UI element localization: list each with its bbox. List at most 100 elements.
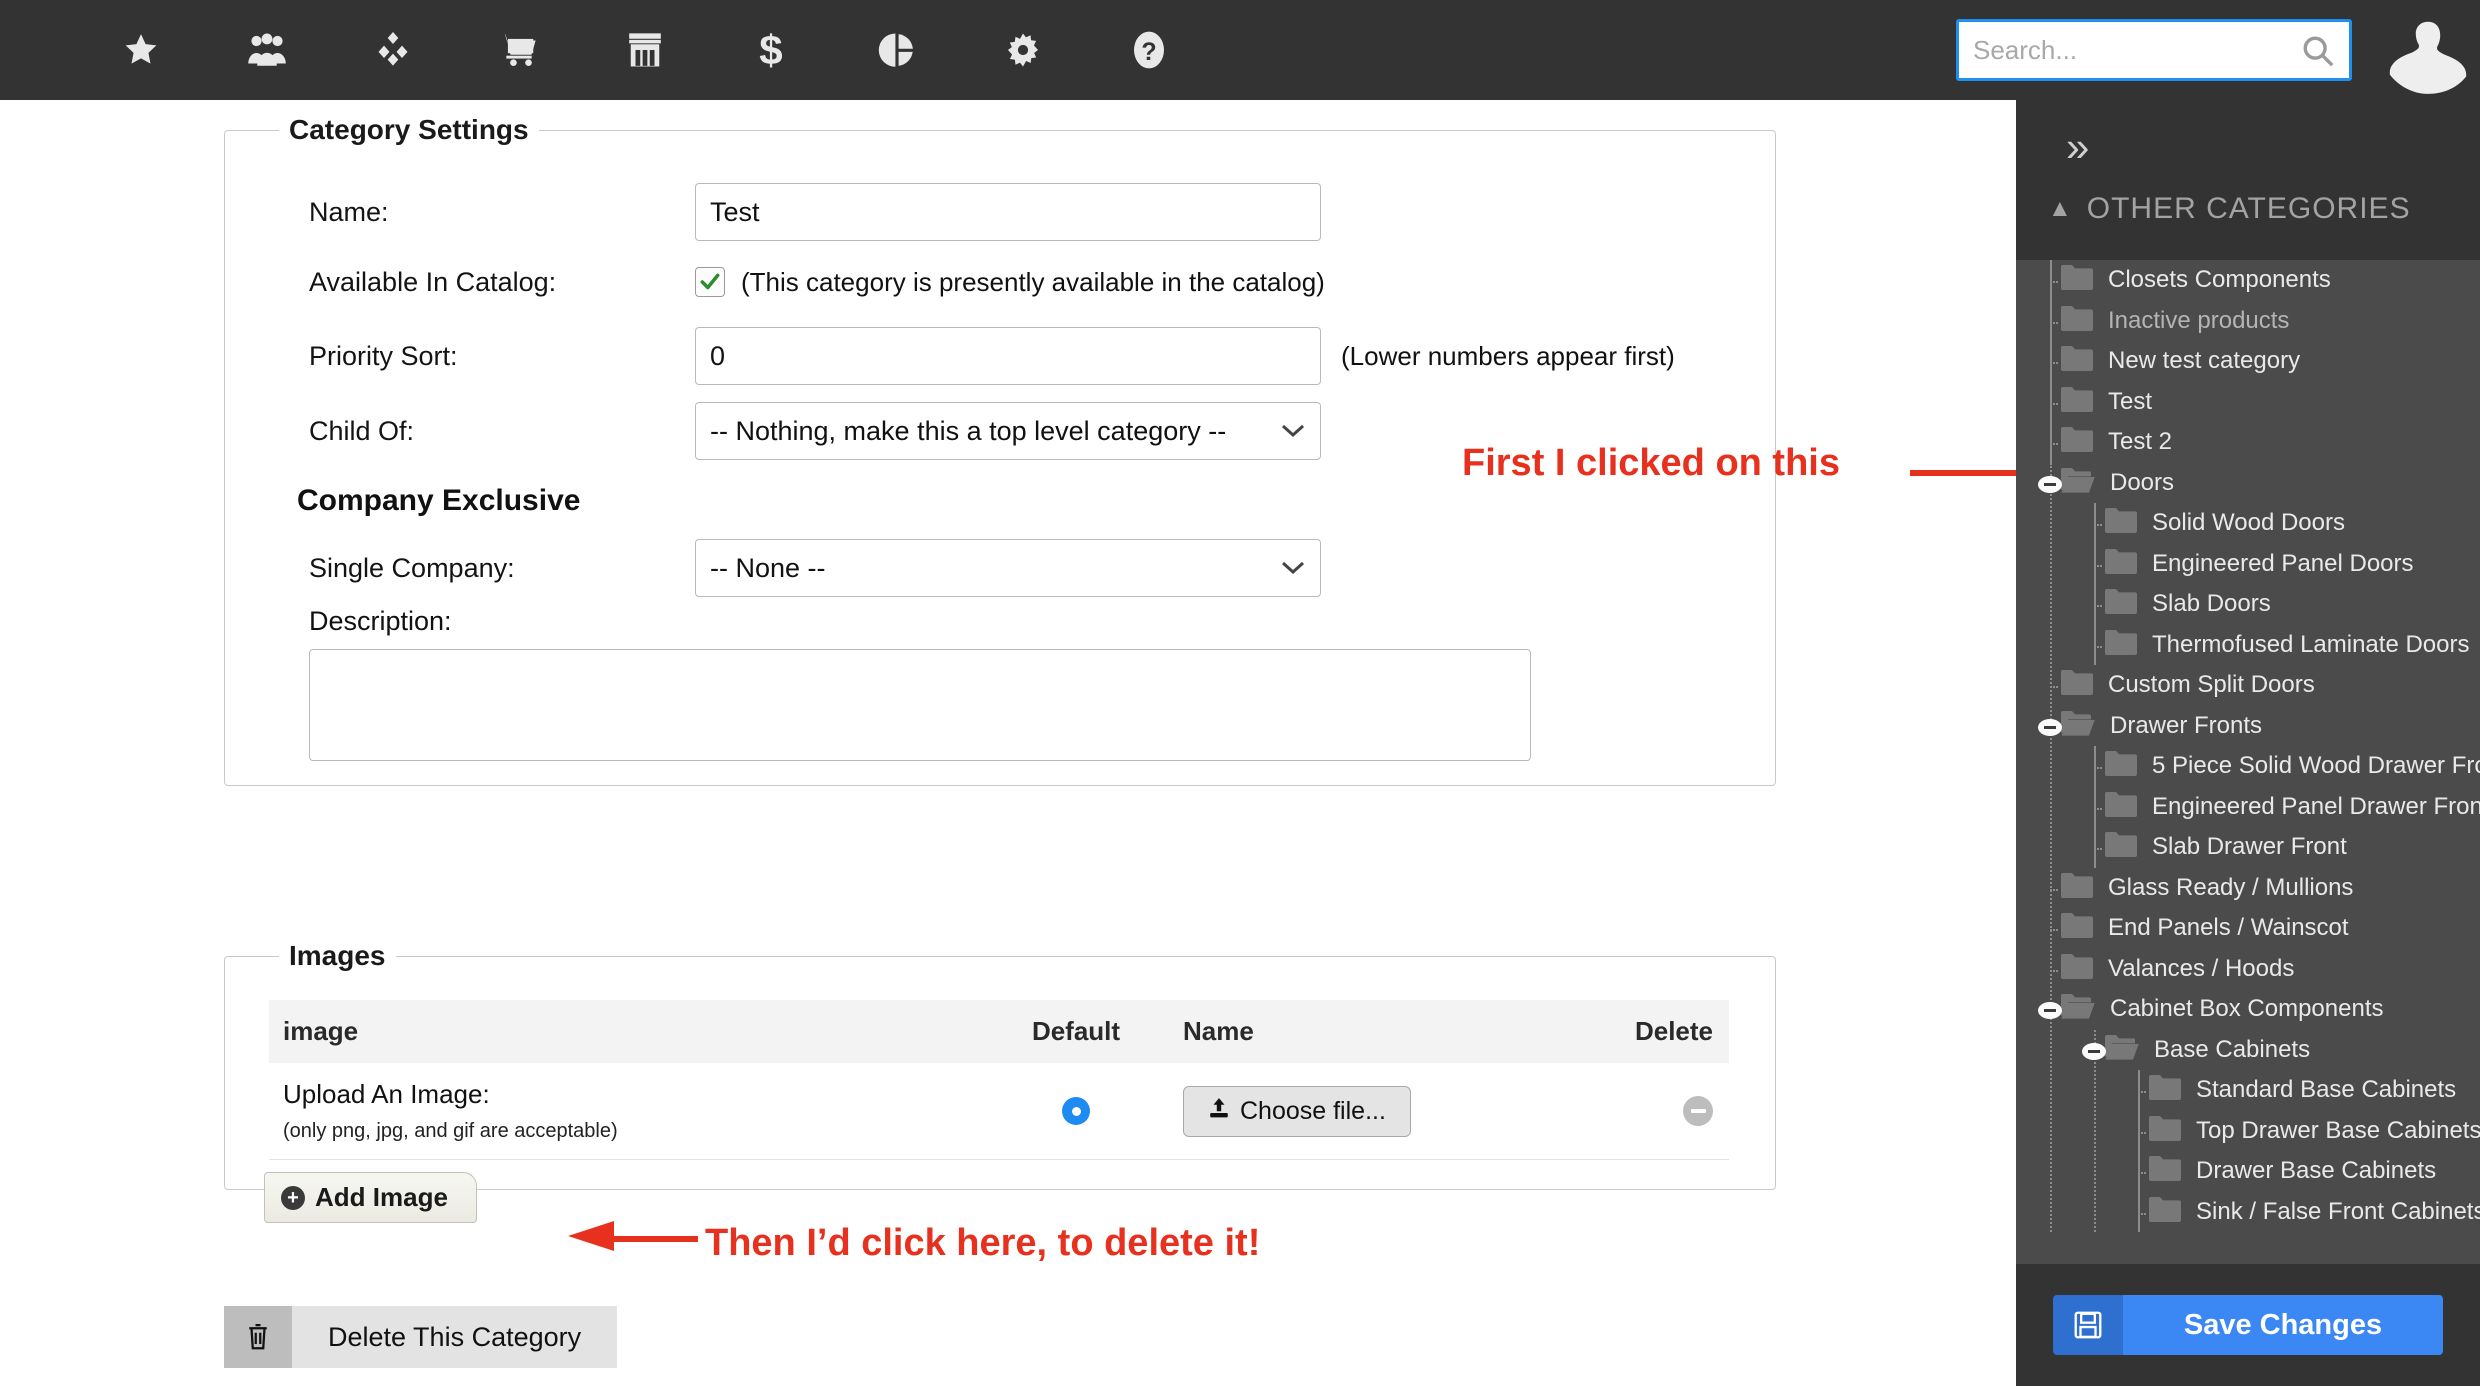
- folder-icon: [2104, 548, 2138, 580]
- tree-spine: [2050, 260, 2052, 463]
- tree-collapse-toggle[interactable]: [2038, 475, 2062, 493]
- other-categories-sidebar: » ▲ OTHER CATEGORIES Closets Components I…: [2016, 100, 2480, 1386]
- tree-item-label: Inactive products: [2108, 306, 2290, 334]
- name-cell: Choose file...: [1169, 1063, 1569, 1160]
- tree-item[interactable]: Custom Split Doors: [2060, 665, 2315, 706]
- tree-item[interactable]: Slab Drawer Front: [2104, 827, 2347, 868]
- tree-item[interactable]: Standard Base Cabinets: [2148, 1070, 2456, 1111]
- upload-file-types-note: (only png, jpg, and gif are acceptable): [283, 1120, 618, 1142]
- choose-file-button[interactable]: Choose file...: [1183, 1085, 1411, 1137]
- folder-icon: [2060, 953, 2094, 985]
- help-icon[interactable]: ?: [1086, 0, 1212, 100]
- tree-item-label: Closets Components: [2108, 266, 2331, 294]
- single-company-label: Single Company:: [309, 552, 515, 583]
- tree-item[interactable]: New test category: [2060, 341, 2300, 382]
- annotation-arrow-head-2: [568, 1221, 614, 1251]
- save-changes-button[interactable]: Save Changes: [2053, 1295, 2443, 1355]
- single-company-selected-value: -- None --: [710, 552, 826, 583]
- remove-image-icon[interactable]: [1683, 1096, 1713, 1126]
- folder-icon: [2104, 588, 2138, 620]
- tree-item-label: Test: [2108, 387, 2153, 415]
- tree-item[interactable]: Sink / False Front Cabinets: [2148, 1192, 2480, 1233]
- svg-text:$: $: [759, 29, 782, 71]
- store-icon[interactable]: [582, 0, 708, 100]
- tree-item[interactable]: Doors: [2060, 463, 2174, 504]
- avatar[interactable]: [2386, 0, 2470, 100]
- tree-collapse-toggle[interactable]: [2038, 1002, 2062, 1019]
- other-categories-header[interactable]: ▲ OTHER CATEGORIES: [2048, 192, 2411, 226]
- add-image-label: Add Image: [315, 1182, 448, 1212]
- tree-item[interactable]: Base Cabinets: [2104, 1030, 2310, 1071]
- available-in-catalog-label: Available In Catalog:: [309, 266, 557, 297]
- tree-item[interactable]: Inactive products: [2060, 301, 2289, 342]
- tree-item-label: Standard Base Cabinets: [2196, 1076, 2457, 1104]
- tree-item[interactable]: Glass Ready / Mullions: [2060, 868, 2353, 909]
- name-input[interactable]: [695, 183, 1321, 241]
- folder-icon: [2060, 669, 2094, 701]
- tree-collapse-toggle[interactable]: [2038, 718, 2062, 736]
- tree-item[interactable]: 5 Piece Solid Wood Drawer Fronts: [2104, 746, 2480, 787]
- tree-item[interactable]: End Panels / Wainscot: [2060, 908, 2349, 949]
- star-icon[interactable]: [78, 0, 204, 100]
- add-image-button[interactable]: + Add Image: [264, 1172, 477, 1223]
- tree-item[interactable]: Closets Components: [2060, 260, 2331, 301]
- tree-item[interactable]: Solid Wood Doors: [2104, 503, 2345, 544]
- images-legend: Images: [289, 940, 386, 971]
- dollar-icon[interactable]: $: [708, 0, 834, 100]
- tree-item[interactable]: Valances / Hoods: [2060, 949, 2294, 990]
- tree-item[interactable]: Drawer Base Cabinets: [2148, 1151, 2436, 1192]
- cart-icon[interactable]: [456, 0, 582, 100]
- images-table: image Default Name Delete Upload An Imag…: [269, 1000, 1729, 1160]
- search-box[interactable]: [1956, 19, 2352, 81]
- search-icon[interactable]: [2301, 34, 2335, 73]
- tree-collapse-toggle[interactable]: [2082, 1042, 2106, 1060]
- folder-icon: [2148, 1115, 2182, 1147]
- svg-text:?: ?: [1141, 38, 1156, 66]
- folder-icon: [2060, 872, 2094, 904]
- tree-item-label: Custom Split Doors: [2108, 671, 2315, 699]
- tree-spine: [2050, 462, 2052, 1232]
- double-chevron-right-icon[interactable]: »: [2066, 126, 2089, 168]
- folder-icon: [2060, 345, 2094, 377]
- top-navigation-bar: $ ?: [0, 0, 2480, 100]
- tree-item[interactable]: Engineered Panel Drawer Fronts: [2104, 787, 2480, 828]
- tree-item[interactable]: Cabinet Box Components: [2060, 989, 2384, 1030]
- gear-icon[interactable]: [960, 0, 1086, 100]
- delete-this-category-button[interactable]: Delete This Category: [224, 1306, 618, 1368]
- products-icon[interactable]: [330, 0, 456, 100]
- save-disk-icon: [2053, 1295, 2123, 1355]
- annotation-then-click-here: Then I’d click here, to delete it!: [705, 1222, 1261, 1264]
- folder-icon: [2104, 750, 2138, 782]
- tree-item[interactable]: Top Drawer Base Cabinets: [2148, 1111, 2480, 1152]
- priority-sort-input[interactable]: [695, 327, 1321, 385]
- sidebar-top: » ▲ OTHER CATEGORIES: [2016, 100, 2480, 260]
- folder-icon: [2148, 1196, 2182, 1228]
- tree-item[interactable]: Engineered Panel Doors: [2104, 544, 2414, 585]
- category-tree: Closets Components Inactive products New t…: [2016, 260, 2480, 1386]
- tree-item-label: Test 2: [2108, 428, 2173, 456]
- tree-item-label: New test category: [2108, 347, 2301, 375]
- search-input[interactable]: [1959, 24, 2269, 76]
- col-image: image: [269, 1000, 969, 1063]
- tree-item-label: Cabinet Box Components: [2110, 995, 2384, 1023]
- default-image-radio[interactable]: [1062, 1097, 1090, 1125]
- folder-open-icon: [2060, 467, 2096, 499]
- tree-item-label: 5 Piece Solid Wood Drawer Fronts: [2152, 752, 2480, 780]
- company-exclusive-heading: Company Exclusive: [297, 484, 581, 517]
- child-of-selected-value: -- Nothing, make this a top level catego…: [710, 415, 1227, 446]
- single-company-select[interactable]: -- None --: [695, 539, 1321, 597]
- description-textarea[interactable]: [309, 649, 1531, 761]
- users-icon[interactable]: [204, 0, 330, 100]
- tree-item-label: End Panels / Wainscot: [2108, 914, 2349, 942]
- available-in-catalog-checkbox[interactable]: [695, 267, 725, 297]
- app-root: $ ? Category: [0, 0, 2480, 1386]
- tree-item[interactable]: Slab Doors: [2104, 584, 2271, 625]
- tree-item[interactable]: Thermofused Laminate Doors: [2104, 625, 2469, 666]
- child-of-select[interactable]: -- Nothing, make this a top level catego…: [695, 402, 1321, 460]
- trash-icon: [224, 1306, 292, 1368]
- tree-item[interactable]: Test 2: [2060, 422, 2172, 463]
- pie-chart-icon[interactable]: [834, 0, 960, 100]
- col-delete: Delete: [1569, 1000, 1729, 1063]
- tree-item[interactable]: Drawer Fronts: [2060, 706, 2262, 747]
- tree-item[interactable]: Test: [2060, 382, 2152, 423]
